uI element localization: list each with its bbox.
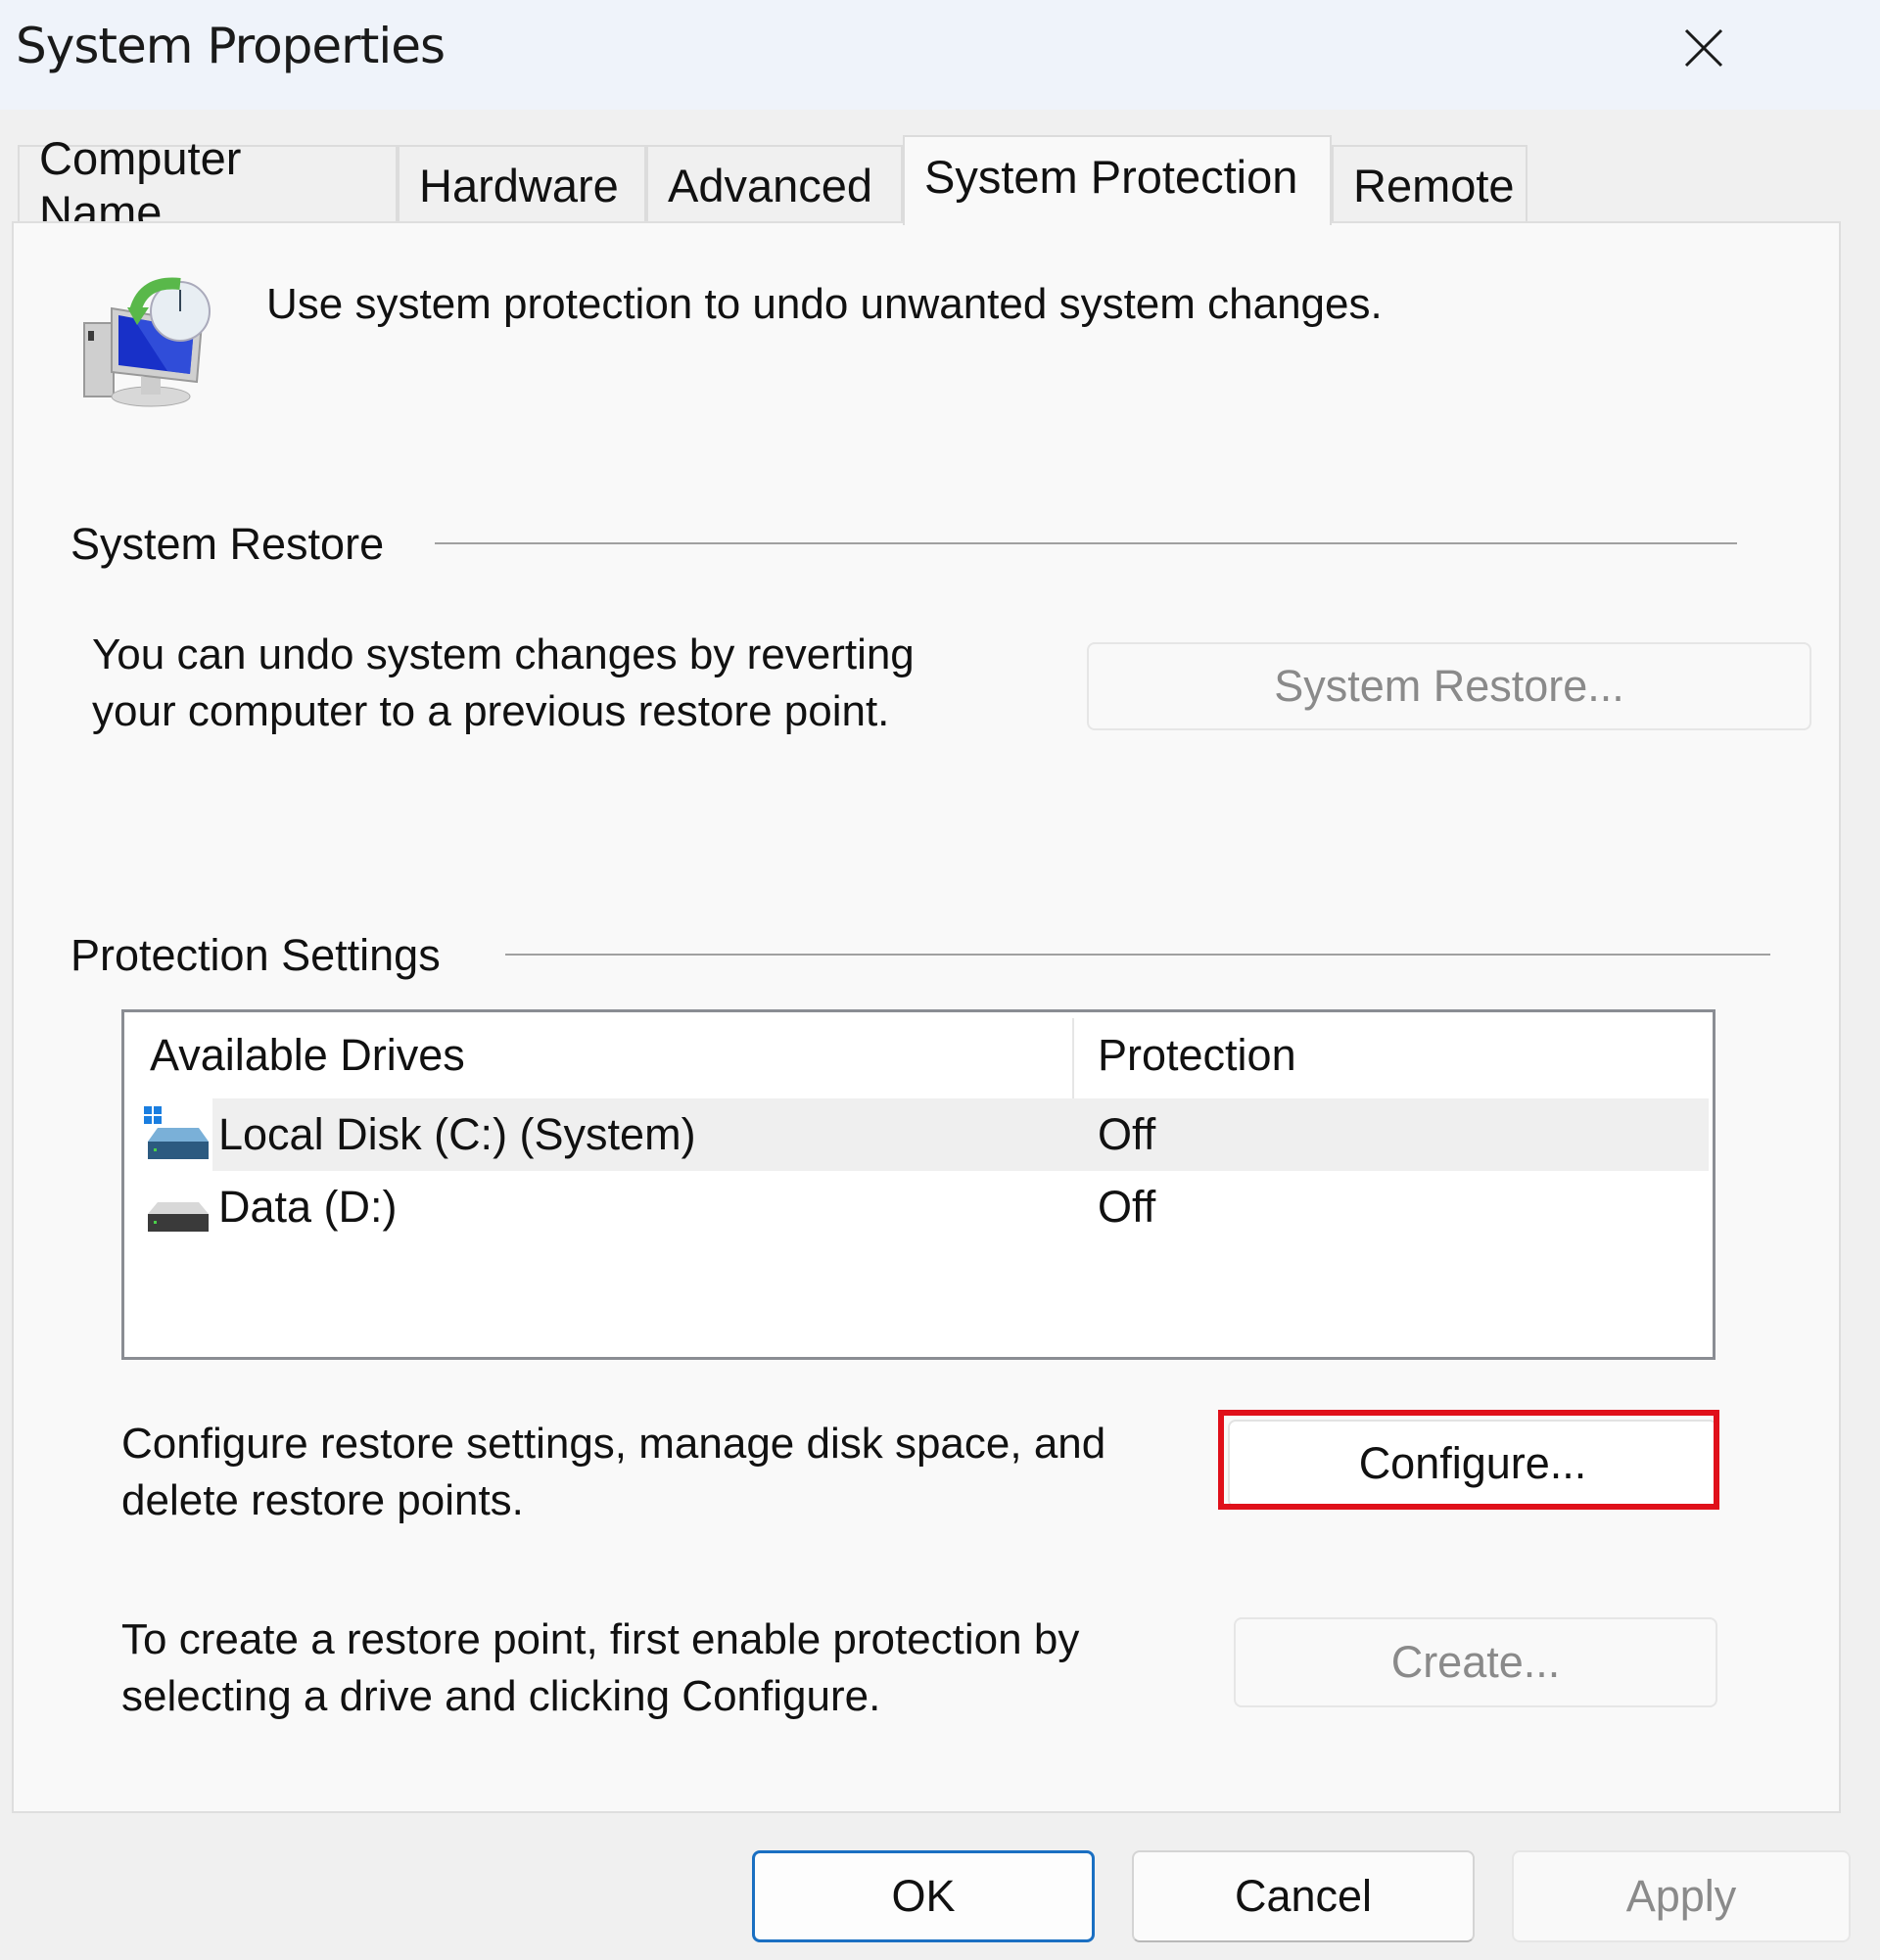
- create-description: To create a restore point, first enable …: [121, 1611, 1079, 1725]
- column-header-available-drives[interactable]: Available Drives: [150, 1012, 465, 1098]
- column-separator[interactable]: [1072, 1018, 1074, 1098]
- tab-hardware[interactable]: Hardware: [398, 145, 646, 223]
- title-bar: System Properties: [0, 0, 1880, 110]
- system-drive-icon: [144, 1106, 209, 1159]
- protection-settings-group-title: Protection Settings: [70, 930, 441, 980]
- drive-name: Data (D:): [218, 1182, 398, 1232]
- group-divider: [505, 954, 1770, 956]
- drives-list[interactable]: Available Drives Protection Local Disk (…: [121, 1009, 1716, 1360]
- drive-protection-status: Off: [1098, 1182, 1156, 1232]
- column-header-protection[interactable]: Protection: [1098, 1012, 1296, 1098]
- description-line: delete restore points.: [121, 1476, 524, 1524]
- ok-button[interactable]: OK: [752, 1850, 1095, 1942]
- tab-advanced[interactable]: Advanced: [646, 145, 903, 223]
- tab-panel-system-protection: Use system protection to undo unwanted s…: [12, 221, 1841, 1813]
- drive-icon: [148, 1202, 209, 1232]
- description-line: selecting a drive and clicking Configure…: [121, 1672, 881, 1720]
- configure-button[interactable]: Configure...: [1228, 1420, 1717, 1508]
- description-line: To create a restore point, first enable …: [121, 1615, 1080, 1663]
- tab-system-protection[interactable]: System Protection: [903, 135, 1332, 225]
- tab-remote[interactable]: Remote: [1332, 145, 1528, 223]
- close-icon: [1684, 28, 1723, 68]
- list-header: Available Drives Protection: [124, 1012, 1713, 1098]
- description-line: You can undo system changes by reverting: [92, 630, 915, 678]
- system-restore-description: You can undo system changes by reverting…: [92, 627, 915, 740]
- tab-computer-name[interactable]: Computer Name: [18, 132, 398, 238]
- close-button[interactable]: [1665, 14, 1743, 82]
- system-restore-icon: [83, 277, 211, 407]
- apply-button[interactable]: Apply: [1512, 1850, 1851, 1942]
- cancel-button[interactable]: Cancel: [1132, 1850, 1475, 1942]
- drive-row[interactable]: Data (D:) Off: [124, 1171, 1713, 1243]
- description-line: your computer to a previous restore poin…: [92, 687, 890, 735]
- intro-text: Use system protection to undo unwanted s…: [266, 280, 1383, 328]
- description-line: Configure restore settings, manage disk …: [121, 1420, 1106, 1468]
- tab-bar: Computer Name Hardware Advanced System P…: [18, 132, 1528, 238]
- create-button[interactable]: Create...: [1234, 1617, 1717, 1707]
- configure-description: Configure restore settings, manage disk …: [121, 1416, 1105, 1529]
- drive-name: Local Disk (C:) (System): [218, 1109, 696, 1159]
- system-restore-group-title: System Restore: [70, 519, 385, 569]
- window-title: System Properties: [16, 18, 446, 74]
- drive-protection-status: Off: [1098, 1109, 1156, 1159]
- drive-row[interactable]: Local Disk (C:) (System) Off: [124, 1098, 1713, 1171]
- system-restore-button[interactable]: System Restore...: [1087, 642, 1811, 730]
- group-divider: [435, 542, 1737, 544]
